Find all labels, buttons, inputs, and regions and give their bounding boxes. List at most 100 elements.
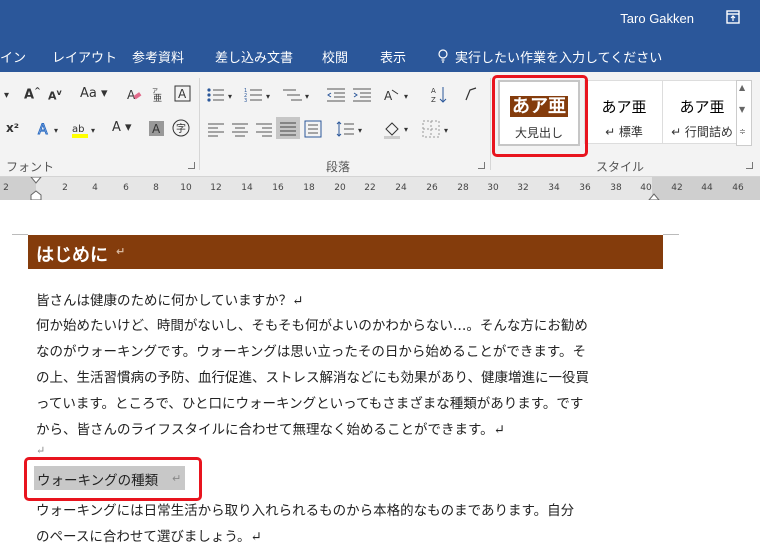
- styles-dialog-launcher[interactable]: [746, 162, 753, 169]
- svg-text:▾: ▾: [91, 126, 95, 135]
- ribbon-display-options-icon[interactable]: [726, 10, 740, 24]
- tab-mailings[interactable]: 差し込み文書: [215, 47, 293, 66]
- font-size-dropdown-icon[interactable]: ▾: [4, 90, 9, 101]
- borders-icon[interactable]: ▾: [422, 120, 452, 138]
- ruler-tick: 38: [610, 183, 622, 193]
- svg-text:A: A: [38, 122, 48, 138]
- justify-button[interactable]: [276, 117, 300, 139]
- ruler-tick: 36: [579, 183, 591, 193]
- scroll-down-icon[interactable]: ▼: [739, 105, 745, 114]
- document-page[interactable]: はじめに ↵ 皆さんは健康のために何かしていますか？↵ 何か始めたいけど、時間が…: [0, 200, 760, 553]
- style-no-spacing[interactable]: あア亜 ↵ 行間詰め: [662, 80, 742, 144]
- indent-marker-icon[interactable]: [30, 177, 42, 200]
- ruler-tick: 4: [92, 183, 98, 193]
- tab-layout[interactable]: レイアウト: [52, 47, 117, 66]
- highlight-box: [24, 457, 202, 501]
- numbering-icon[interactable]: 123 ▾: [244, 87, 278, 103]
- body-line[interactable]: のペースに合わせて選びましょう。↵: [36, 525, 262, 545]
- line-spacing-icon[interactable]: ▾: [336, 120, 366, 138]
- change-case-button[interactable]: Aa ▾: [80, 86, 108, 101]
- increase-indent-icon[interactable]: [352, 87, 372, 103]
- ruler-tick: 8: [153, 183, 159, 193]
- distributed-icon[interactable]: [304, 120, 322, 138]
- tab-references[interactable]: 参考資料: [132, 47, 184, 66]
- style-no-spacing-name: ↵ 行間詰め: [671, 125, 733, 139]
- group-separator: [199, 78, 200, 170]
- svg-text:▾: ▾: [404, 92, 408, 101]
- phonetic-guide-icon[interactable]: ア 亜: [150, 86, 166, 102]
- svg-text:ab: ab: [72, 124, 84, 135]
- clear-formatting-icon[interactable]: A: [126, 86, 142, 102]
- tab-view[interactable]: 表示: [380, 47, 406, 66]
- ruler-tick: 46: [732, 183, 744, 193]
- ribbon-tabs: イン レイアウト 参考資料 差し込み文書 校閲 表示 実行したい作業を入力してく…: [0, 38, 760, 72]
- ruler-tick: 42: [671, 183, 683, 193]
- ruler-tick: 26: [426, 183, 438, 193]
- tab-design[interactable]: イン: [0, 47, 26, 66]
- ruler-tick: 44: [701, 183, 713, 193]
- body-line[interactable]: の上、生活習慣病の予防、血行促進、ストレス解消などにも効果があり、健康増進に一役…: [36, 366, 589, 386]
- sort-icon[interactable]: AZ: [430, 85, 448, 105]
- ruler-tick: 20: [334, 183, 346, 193]
- decrease-indent-icon[interactable]: [326, 87, 346, 103]
- ruler-tick: 2: [3, 183, 9, 193]
- lightbulb-icon: [438, 49, 448, 63]
- ruler-tick: 2: [62, 183, 68, 193]
- font-color-button[interactable]: A ▾: [112, 120, 132, 135]
- tell-me-search[interactable]: 実行したい作業を入力してください: [455, 47, 662, 66]
- multilevel-list-icon[interactable]: ▾: [282, 87, 316, 103]
- asian-layout-icon[interactable]: A ▾: [382, 86, 412, 104]
- enclose-characters-icon[interactable]: 字: [172, 119, 190, 137]
- superscript-button[interactable]: x²: [6, 121, 19, 135]
- more-styles-icon[interactable]: ≑: [739, 127, 746, 136]
- ruler-tick: 40: [640, 183, 652, 193]
- text-effects-icon[interactable]: A ▾: [36, 120, 64, 139]
- user-name[interactable]: Taro Gakken: [620, 11, 694, 26]
- body-line[interactable]: 何か始めたいけど、時間がないし、そもそも何がよいのかわからない…。そんな方にお勧…: [36, 314, 588, 334]
- group-separator: [490, 78, 491, 170]
- character-border-icon[interactable]: A: [174, 85, 191, 102]
- body-line[interactable]: ウォーキングには日常生活から取り入れられるものから本格的なものまであります。自分: [36, 499, 574, 519]
- align-right-icon[interactable]: [255, 121, 273, 137]
- body-line[interactable]: っています。ところで、ひと口にウォーキングといってもさまざまな種類があります。で…: [36, 392, 583, 412]
- heading-paragraph[interactable]: はじめに ↵: [28, 235, 663, 269]
- scroll-up-icon[interactable]: ▲: [739, 83, 745, 92]
- body-line[interactable]: なのがウォーキングです。ウォーキングは思い立ったその日から始めることができます。…: [36, 340, 586, 360]
- ruler-tick: 14: [241, 183, 253, 193]
- show-formatting-marks-icon[interactable]: [464, 86, 478, 104]
- shading-icon[interactable]: ▾: [382, 119, 412, 139]
- paragraph-mark: ↵: [116, 245, 126, 258]
- ruler-tick: 24: [395, 183, 407, 193]
- body-line[interactable]: から、皆さんのライフスタイルに合わせて無理なく始めることができます。↵: [36, 418, 505, 438]
- paragraph-dialog-launcher[interactable]: [478, 162, 485, 169]
- ruler-tick: 12: [210, 183, 222, 193]
- svg-text:▾: ▾: [228, 92, 232, 101]
- ruler-tick: 32: [517, 183, 529, 193]
- justify-icon: [280, 122, 296, 136]
- tab-review[interactable]: 校閲: [322, 47, 348, 66]
- ruler-tick: 16: [272, 183, 284, 193]
- style-normal[interactable]: あア亜 ↵ 標準: [584, 80, 664, 144]
- paragraph-group-label: 段落: [326, 160, 351, 174]
- style-no-spacing-sample: あア亜: [679, 98, 725, 116]
- highlight-color-icon[interactable]: ab ▾: [70, 120, 100, 140]
- body-line[interactable]: 皆さんは健康のために何かしていますか？↵: [36, 289, 303, 309]
- svg-text:A: A: [431, 87, 436, 95]
- bullets-icon[interactable]: ▾: [206, 87, 240, 103]
- empty-paragraph-mark: ↵: [36, 444, 46, 457]
- title-bar: Taro Gakken: [0, 0, 760, 38]
- svg-text:字: 字: [176, 122, 186, 135]
- shrink-font-button[interactable]: Av: [48, 88, 62, 103]
- font-dialog-launcher[interactable]: [188, 162, 195, 169]
- style-normal-sample: あア亜: [601, 98, 647, 116]
- ruler-tick: 28: [457, 183, 469, 193]
- ribbon-home: ▾ A^ Av Aa ▾ A ア 亜 A x² A ▾ ab ▾ A ▾ A 字…: [0, 72, 760, 177]
- styles-gallery-scroll[interactable]: ▲ ▼ ≑: [736, 80, 752, 146]
- align-center-icon[interactable]: [231, 121, 249, 137]
- svg-text:亜: 亜: [153, 93, 162, 102]
- grow-font-button[interactable]: A^: [24, 86, 41, 102]
- ruler-tick: 30: [487, 183, 499, 193]
- align-left-icon[interactable]: [207, 121, 225, 137]
- styles-group-label: スタイル: [596, 160, 645, 174]
- character-shading-icon[interactable]: A: [148, 120, 165, 137]
